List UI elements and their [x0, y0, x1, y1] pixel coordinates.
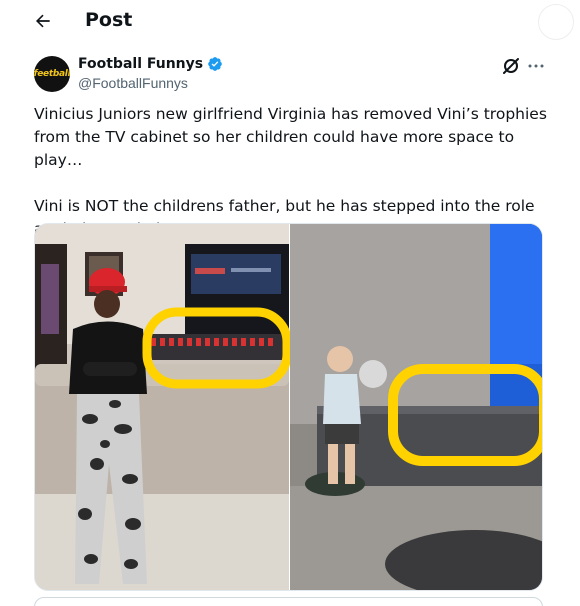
page-title: Post	[85, 9, 133, 31]
arrow-left-icon	[36, 14, 50, 28]
tweet-text: Vinicius Juniors new girlfriend Virginia…	[34, 103, 554, 241]
right-photo	[290, 224, 542, 590]
next-card-edge	[34, 597, 543, 606]
media-photo	[35, 224, 542, 590]
page-header: Post	[0, 0, 580, 42]
tweet-paragraph-1: Vinicius Juniors new girlfriend Virginia…	[34, 105, 547, 169]
left-photo	[35, 224, 292, 590]
back-button[interactable]	[30, 8, 56, 34]
author-handle[interactable]: @FootballFunnys	[78, 75, 188, 91]
grok-button[interactable]	[501, 56, 521, 76]
more-icon	[528, 64, 544, 68]
more-options-button[interactable]	[526, 56, 546, 76]
author-name-text: Football Funnys	[78, 56, 204, 72]
tweet-media[interactable]	[34, 223, 543, 591]
grok-icon	[503, 58, 519, 74]
avatar-logo-text: feetball	[34, 69, 70, 79]
corner-button[interactable]	[538, 4, 574, 40]
author-display-name[interactable]: Football Funnys	[78, 56, 223, 72]
verified-badge-icon	[208, 57, 222, 71]
avatar[interactable]: feetball	[34, 56, 70, 92]
